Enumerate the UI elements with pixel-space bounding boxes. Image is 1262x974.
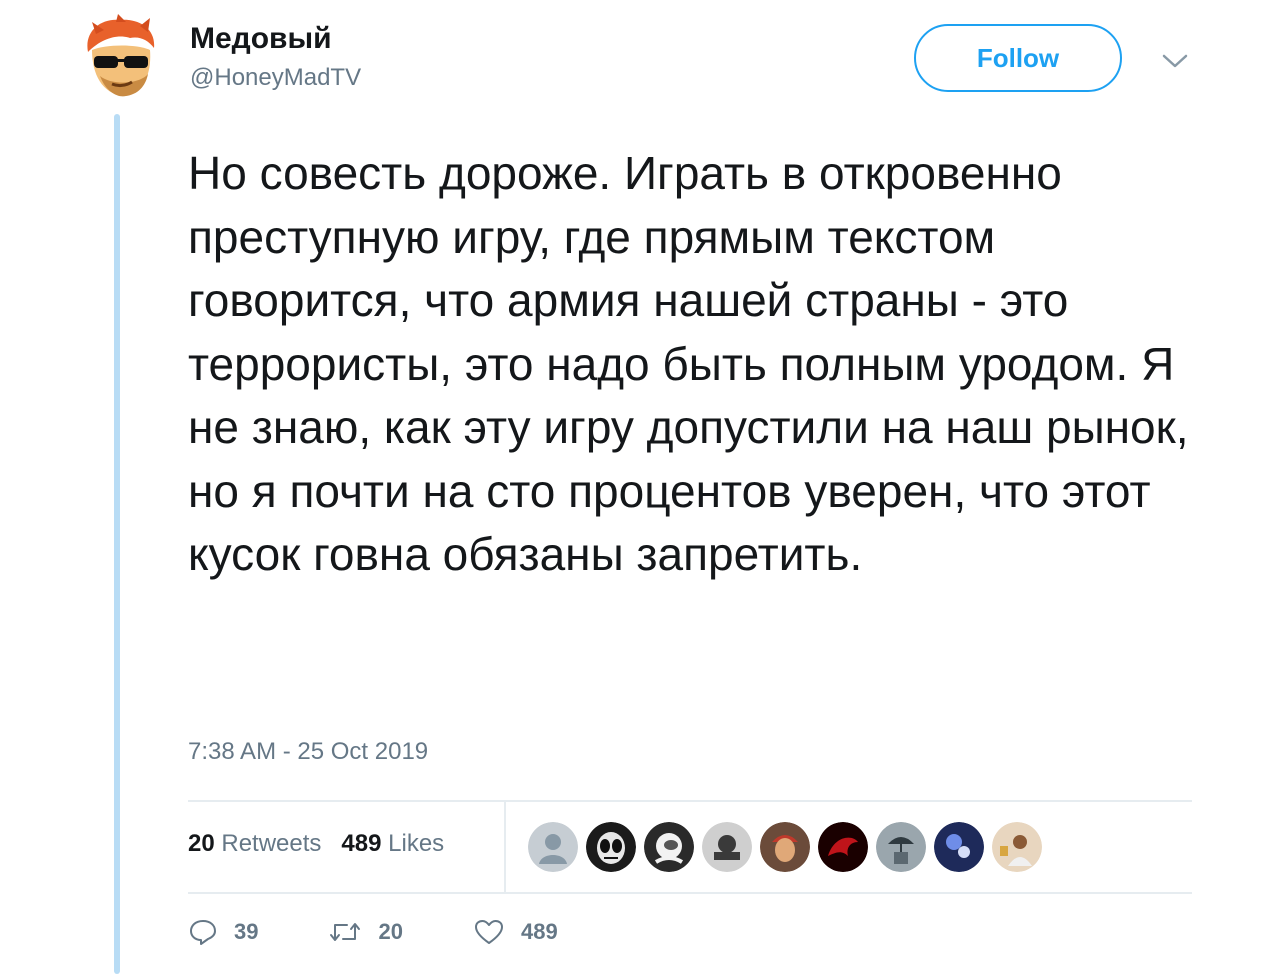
tweet-author: Медовый @HoneyMadTV bbox=[190, 22, 361, 92]
tweet-actions: 39 20 489 bbox=[188, 918, 628, 946]
reply-count: 39 bbox=[234, 919, 259, 944]
divider bbox=[504, 802, 506, 892]
heart-icon bbox=[474, 920, 503, 944]
liker-portrait-photo-avatar[interactable] bbox=[992, 822, 1042, 872]
liker-default-avatar[interactable] bbox=[528, 822, 578, 872]
thread-line bbox=[114, 114, 120, 974]
tweet-text: Но совесть дороже. Играть в откровенно п… bbox=[188, 147, 1189, 580]
liker-concert-light-avatar[interactable] bbox=[934, 822, 984, 872]
liker-red-dragon-avatar[interactable] bbox=[818, 822, 868, 872]
retweet-arrows-icon bbox=[330, 923, 361, 941]
display-name[interactable]: Медовый bbox=[190, 22, 361, 56]
more-options-chevron-down-icon[interactable] bbox=[1160, 48, 1190, 72]
divider bbox=[188, 892, 1192, 894]
divider bbox=[188, 800, 1192, 802]
liker-alien-mask-avatar[interactable] bbox=[586, 822, 636, 872]
reply-action[interactable]: 39 bbox=[188, 918, 258, 946]
likes-count: 489 bbox=[341, 830, 382, 857]
retweets-label: Retweets bbox=[221, 830, 322, 857]
likes-label: Likes bbox=[388, 830, 445, 857]
follow-button[interactable]: Follow bbox=[914, 24, 1122, 92]
likes-stat[interactable]: 489 Likes bbox=[341, 830, 444, 858]
retweets-count: 20 bbox=[188, 830, 215, 857]
user-avatar[interactable] bbox=[78, 14, 162, 104]
user-handle[interactable]: @HoneyMadTV bbox=[190, 64, 361, 92]
like-count: 489 bbox=[520, 919, 558, 944]
liker-logo-badge-avatar[interactable] bbox=[702, 822, 752, 872]
liker-man-in-cap-avatar[interactable] bbox=[760, 822, 810, 872]
retweet-count: 20 bbox=[378, 919, 403, 944]
cartoon-face-avatar-icon bbox=[87, 14, 155, 97]
like-action[interactable]: 489 bbox=[473, 918, 558, 946]
liker-astronaut-avatar[interactable] bbox=[644, 822, 694, 872]
likers-avatar-list bbox=[528, 822, 1042, 872]
tweet-timestamp[interactable]: 7:38 AM - 25 Oct 2019 bbox=[188, 738, 428, 766]
liker-umbrella-photo-avatar[interactable] bbox=[876, 822, 926, 872]
retweet-action[interactable]: 20 bbox=[328, 919, 403, 945]
reply-bubble-icon bbox=[190, 920, 216, 945]
tweet-stats: 20 Retweets 489 Likes bbox=[188, 830, 444, 858]
retweets-stat[interactable]: 20 Retweets bbox=[188, 830, 321, 858]
